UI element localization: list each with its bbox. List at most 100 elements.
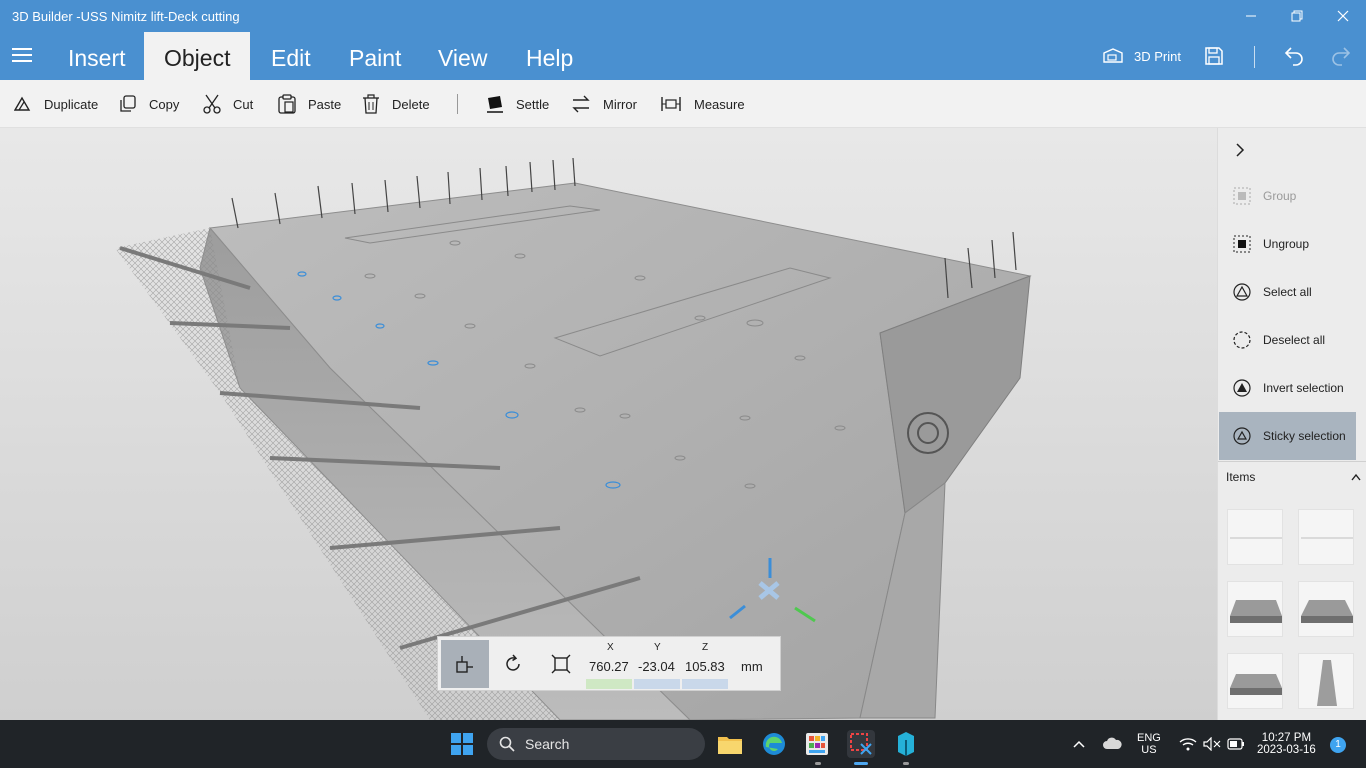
- measure-button[interactable]: Measure: [660, 80, 745, 128]
- item-thumbnail[interactable]: [1298, 581, 1354, 637]
- chevron-up-icon: [1073, 740, 1085, 748]
- cut-button[interactable]: Cut: [203, 80, 253, 128]
- file-explorer-button[interactable]: [716, 730, 744, 758]
- group-icon: [1233, 187, 1251, 205]
- maximize-button[interactable]: [1274, 0, 1320, 32]
- chevron-up-icon: [1351, 473, 1361, 481]
- cut-label: Cut: [233, 96, 254, 112]
- z-axis-bar: [682, 679, 728, 689]
- ungroup-icon: [1233, 235, 1251, 253]
- tab-help[interactable]: Help: [506, 32, 593, 80]
- item-thumbnail[interactable]: [1227, 653, 1283, 709]
- search-icon: [499, 736, 515, 752]
- move-icon: [456, 656, 473, 673]
- duplicate-icon: [14, 96, 31, 111]
- x-field[interactable]: 760.27: [589, 659, 629, 674]
- 3d-builder-icon: [898, 732, 914, 756]
- group-button[interactable]: Group: [1219, 174, 1356, 218]
- 3d-builder-button[interactable]: [892, 730, 920, 758]
- items-label: Items: [1226, 470, 1256, 484]
- taskbar-search[interactable]: Search: [487, 728, 705, 760]
- undo-icon: [1284, 47, 1303, 66]
- show-hidden-icons-button[interactable]: [1072, 720, 1086, 768]
- battery-button[interactable]: [1227, 720, 1245, 768]
- mirror-icon: [572, 95, 590, 113]
- sticky-selection-button[interactable]: Sticky selection: [1219, 412, 1356, 460]
- select-all-button[interactable]: Select all: [1219, 270, 1356, 314]
- item-thumbnail[interactable]: [1227, 509, 1283, 565]
- settle-icon: [487, 96, 503, 113]
- language-code: ENG: [1137, 732, 1161, 744]
- z-field[interactable]: 105.83: [685, 659, 725, 674]
- ungroup-label: Ungroup: [1263, 237, 1310, 251]
- rotate-mode-button[interactable]: [489, 640, 537, 688]
- sticky-selection-label: Sticky selection: [1263, 429, 1346, 443]
- scissors-icon: [203, 94, 221, 114]
- 3d-viewport[interactable]: [0, 128, 1217, 720]
- tab-paint[interactable]: Paint: [329, 32, 421, 80]
- tab-insert[interactable]: Insert: [48, 32, 146, 80]
- select-all-icon: [1233, 283, 1251, 301]
- edge-icon: [763, 733, 785, 755]
- settle-button[interactable]: Settle: [486, 80, 549, 128]
- x-axis-bar: [586, 679, 632, 689]
- minimize-button[interactable]: [1228, 0, 1274, 32]
- collapse-panel-button[interactable]: [1234, 142, 1246, 163]
- battery-icon: [1227, 738, 1244, 750]
- volume-button[interactable]: [1203, 720, 1221, 768]
- y-axis-bar: [634, 679, 680, 689]
- select-all-label: Select all: [1263, 285, 1312, 299]
- 3d-print-button[interactable]: 3D Print: [1102, 32, 1181, 80]
- rotate-icon: [506, 654, 520, 671]
- title-bar: 3D Builder -USS Nimitz lift-Deck cutting: [0, 0, 1366, 32]
- close-button[interactable]: [1320, 0, 1366, 32]
- redo-button[interactable]: [1330, 32, 1352, 80]
- paste-label: Paste: [308, 96, 342, 112]
- undo-button[interactable]: [1283, 32, 1305, 80]
- clock[interactable]: 10:27 PM 2023-03-16: [1257, 720, 1316, 768]
- tab-object[interactable]: Object: [144, 32, 251, 80]
- items-section-header[interactable]: Items: [1226, 470, 1361, 484]
- edge-browser-button[interactable]: [760, 730, 788, 758]
- window-title: 3D Builder -USS Nimitz lift-Deck cutting: [12, 9, 240, 24]
- network-button[interactable]: [1179, 720, 1197, 768]
- app-button[interactable]: [803, 730, 831, 758]
- onedrive-button[interactable]: [1102, 720, 1122, 768]
- mirror-label: Mirror: [603, 96, 637, 112]
- taskbar: Search ENG US 10:27 PM 2023-03-16 1: [0, 720, 1366, 768]
- invert-selection-label: Invert selection: [1263, 381, 1344, 395]
- paste-button[interactable]: Paste: [278, 80, 341, 128]
- x-label: X: [607, 642, 614, 653]
- hamburger-menu-icon[interactable]: [12, 48, 32, 64]
- language-region: US: [1141, 744, 1157, 756]
- scale-mode-button[interactable]: [537, 640, 585, 688]
- deselect-all-label: Deselect all: [1263, 333, 1326, 347]
- item-thumbnail[interactable]: [1227, 581, 1283, 637]
- item-thumbnail[interactable]: [1298, 653, 1354, 709]
- move-mode-button[interactable]: [441, 640, 489, 688]
- invert-selection-button[interactable]: Invert selection: [1219, 366, 1356, 410]
- start-button[interactable]: [448, 730, 476, 758]
- tab-edit[interactable]: Edit: [251, 32, 331, 80]
- y-field[interactable]: -23.04: [638, 659, 675, 674]
- notification-badge[interactable]: 1: [1330, 737, 1346, 753]
- copy-button[interactable]: Copy: [119, 80, 179, 128]
- settle-label: Settle: [516, 96, 550, 112]
- printer-3d-icon: [1103, 48, 1123, 63]
- unit-label[interactable]: mm: [741, 659, 763, 674]
- duplicate-button[interactable]: Duplicate: [14, 80, 98, 128]
- delete-button[interactable]: Delete: [362, 80, 430, 128]
- deck-model[interactable]: [0, 128, 1217, 720]
- measure-icon: [661, 97, 681, 111]
- mirror-button[interactable]: Mirror: [571, 80, 637, 128]
- clipboard-icon: [278, 94, 296, 114]
- save-button[interactable]: [1204, 32, 1224, 80]
- tab-view[interactable]: View: [418, 32, 507, 80]
- item-thumbnail[interactable]: [1298, 509, 1354, 565]
- delete-label: Delete: [392, 96, 430, 112]
- snipping-tool-button[interactable]: [847, 730, 875, 758]
- language-indicator[interactable]: ENG US: [1137, 720, 1161, 768]
- deselect-all-button[interactable]: Deselect all: [1219, 318, 1356, 362]
- ungroup-button[interactable]: Ungroup: [1219, 222, 1356, 266]
- 3d-print-label: 3D Print: [1134, 48, 1181, 64]
